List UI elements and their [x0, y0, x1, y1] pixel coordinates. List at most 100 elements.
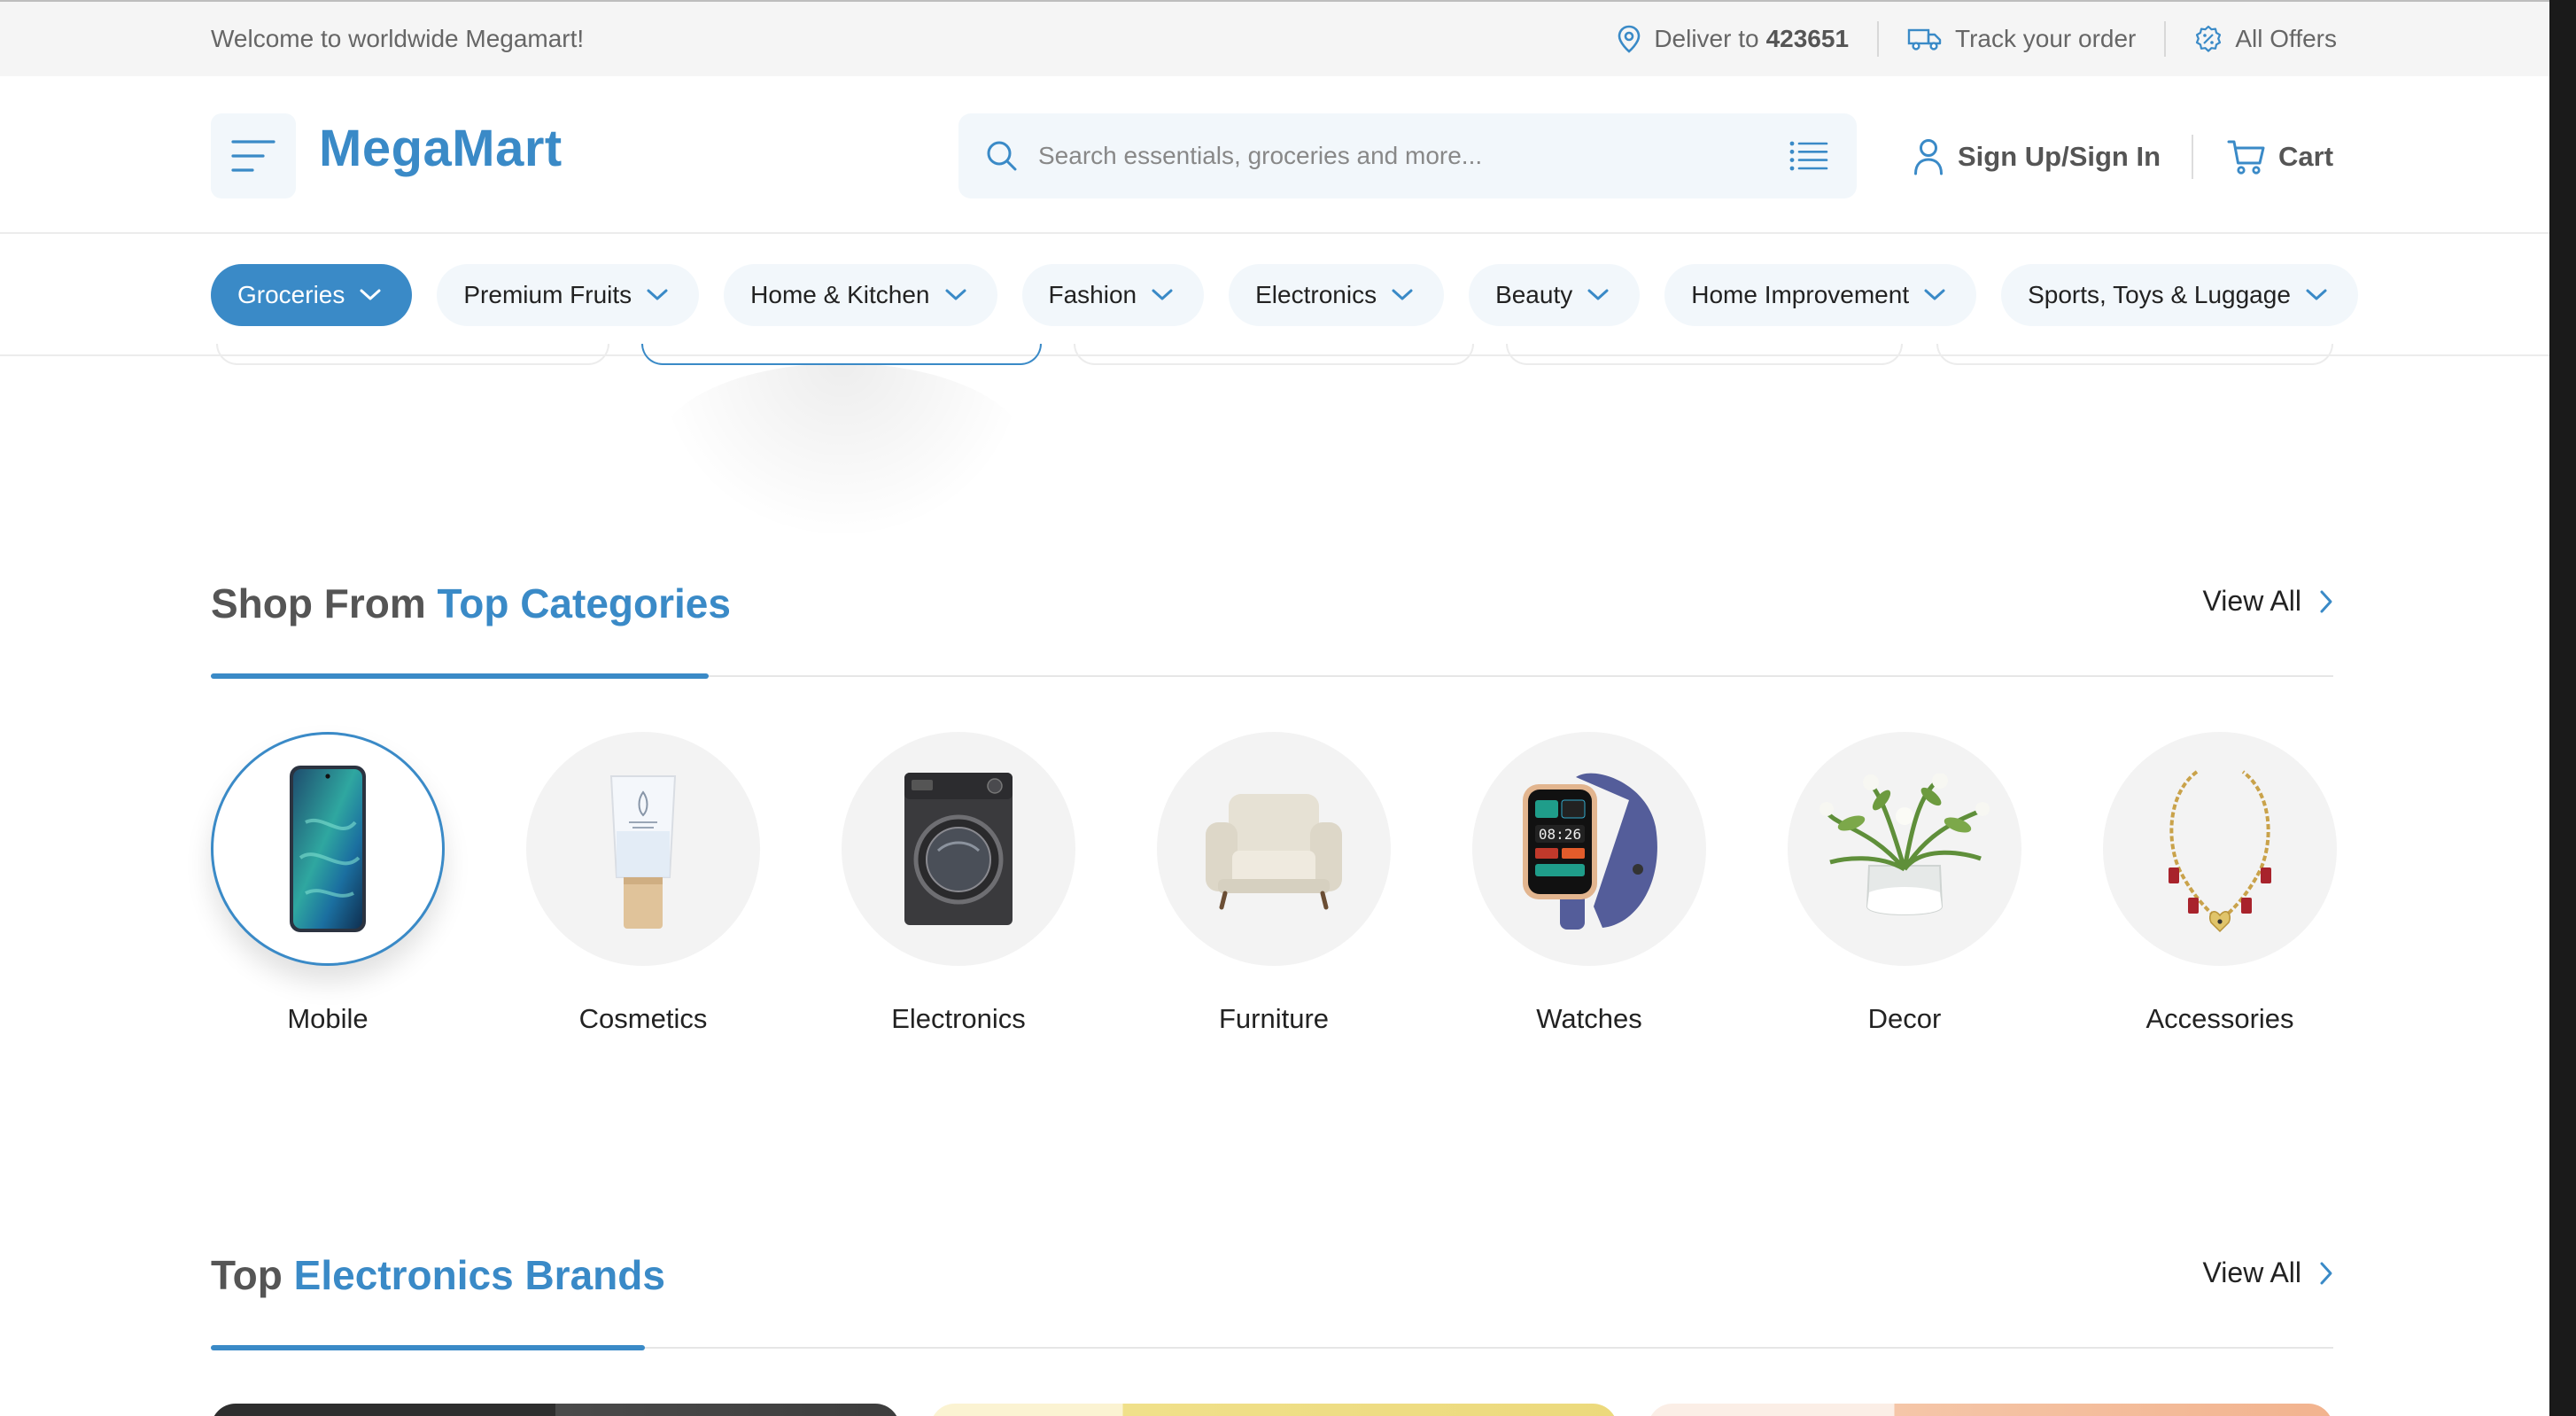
washing-machine-icon [904, 773, 1013, 925]
section-title-accent: Top Categories [437, 580, 731, 626]
cart-button[interactable]: Cart [2227, 138, 2333, 175]
dropdown-remnant [1936, 344, 2333, 365]
pill-label: Sports, Toys & Luggage [2028, 281, 2291, 308]
search-input[interactable] [1038, 142, 1789, 170]
nav-pill-beauty[interactable]: Beauty [1469, 264, 1641, 326]
dropdown-remnant [1074, 344, 1474, 365]
necklace-icon [2169, 770, 2271, 933]
category-label: Mobile [287, 1003, 369, 1034]
dropdown-remnant [216, 344, 609, 365]
chevron-down-icon [1392, 289, 1413, 300]
category-item-cosmetics[interactable]: Cosmetics [526, 732, 760, 1035]
cart-icon [2227, 140, 2265, 175]
view-all-categories-link[interactable]: View All [2203, 585, 2333, 618]
deliver-label: Deliver to [1654, 25, 1759, 52]
site-header: MegaMart Sign Up/Sign In Cart [0, 76, 2549, 234]
track-order-label: Track your order [1955, 25, 2137, 52]
all-offers-link[interactable]: All Offers [2194, 25, 2337, 53]
nav-pill-sports-toys-luggage[interactable]: Sports, Toys & Luggage [2001, 264, 2358, 326]
category-label: Cosmetics [578, 1003, 708, 1034]
category-item-accessories[interactable]: Accessories [2103, 732, 2337, 1035]
mobile-phone-icon [290, 766, 366, 932]
category-image [526, 732, 760, 966]
category-image [842, 732, 1075, 966]
list-filter-icon[interactable] [1789, 140, 1828, 172]
scrollbar[interactable] [2549, 0, 2576, 1416]
category-nav: Groceries Premium Fruits Home & Kitchen … [0, 234, 2549, 356]
pill-label: Groceries [237, 281, 345, 308]
nav-pill-fashion[interactable]: Fashion [1021, 264, 1205, 326]
logo[interactable]: MegaMart [319, 119, 563, 178]
category-image: 08:26 [1472, 732, 1706, 966]
brand-card[interactable] [211, 1404, 900, 1416]
chevron-right-icon [2320, 590, 2332, 612]
nav-pill-home-improvement[interactable]: Home Improvement [1664, 264, 1977, 326]
dropdown-shadow [656, 363, 1028, 541]
flower-vase-icon [1819, 774, 1990, 915]
track-order-link[interactable]: Track your order [1907, 25, 2136, 53]
view-all-brands-link[interactable]: View All [2203, 1257, 2333, 1289]
truck-icon [1907, 28, 1942, 51]
section-title-lead: Shop From [211, 580, 426, 626]
welcome-text: Welcome to worldwide Megamart! [211, 25, 585, 52]
categories-section-header: Shop From Top Categories View All [211, 580, 2333, 679]
pill-label: Beauty [1495, 281, 1573, 308]
svg-text:08:26: 08:26 [1539, 826, 1581, 843]
sign-in-label: Sign Up/Sign In [1958, 141, 2161, 172]
search-icon[interactable] [985, 139, 1019, 173]
section-title: Top Electronics Brands [211, 1251, 665, 1299]
section-title-accent: Electronics Brands [293, 1252, 665, 1298]
all-offers-label: All Offers [2235, 25, 2337, 52]
location-pin-icon [1618, 25, 1641, 53]
brand-card[interactable] [930, 1404, 1618, 1416]
top-utility-bar: Welcome to worldwide Megamart! Deliver t… [0, 0, 2549, 76]
chevron-down-icon [2306, 289, 2327, 300]
category-item-electronics[interactable]: Electronics [842, 732, 1075, 1035]
pill-label: Electronics [1255, 281, 1377, 308]
page: Welcome to worldwide Megamart! Deliver t… [0, 0, 2549, 1416]
divider [2164, 21, 2167, 57]
pill-label: Home & Kitchen [750, 281, 930, 308]
category-item-decor[interactable]: Decor [1788, 732, 2021, 1035]
section-underline [211, 673, 709, 679]
browser-viewport: Welcome to worldwide Megamart! Deliver t… [0, 0, 2576, 1416]
cosmetic-tube-icon [609, 775, 677, 929]
menu-button[interactable] [211, 113, 296, 198]
view-all-label: View All [2202, 1257, 2301, 1288]
nav-pill-groceries[interactable]: Groceries [211, 264, 413, 326]
category-label: Decor [1867, 1003, 1942, 1034]
category-item-mobile[interactable]: Mobile [211, 732, 445, 1035]
view-all-label: View All [2202, 585, 2301, 617]
dropdown-remnant [1506, 344, 1903, 365]
pill-label: Fashion [1048, 281, 1137, 308]
smartwatch-icon: 08:26 [1523, 773, 1657, 930]
cart-label: Cart [2278, 141, 2334, 172]
brand-card[interactable] [1648, 1404, 2333, 1416]
brands-section-header: Top Electronics Brands View All [211, 1251, 2333, 1350]
nav-pill-premium-fruits[interactable]: Premium Fruits [437, 264, 700, 326]
section-title: Shop From Top Categories [211, 580, 731, 627]
nav-pill-electronics[interactable]: Electronics [1229, 264, 1445, 326]
divider [2192, 135, 2193, 179]
category-image [211, 732, 445, 966]
pill-label: Home Improvement [1691, 281, 1910, 308]
category-label: Watches [1536, 1003, 1642, 1034]
nav-pill-home-kitchen[interactable]: Home & Kitchen [724, 264, 997, 326]
armchair-icon [1206, 794, 1342, 910]
category-image [1157, 732, 1391, 966]
deliver-to-link[interactable]: Deliver to 423651 [1617, 25, 1849, 53]
category-item-furniture[interactable]: Furniture [1157, 732, 1391, 1035]
sign-in-button[interactable]: Sign Up/Sign In [1913, 138, 2161, 175]
section-underline [211, 1345, 645, 1350]
discount-badge-icon [2196, 25, 2222, 52]
category-item-watches[interactable]: 08:26 Watches [1472, 732, 1706, 1035]
category-label: Accessories [2145, 1003, 2294, 1034]
category-label: Furniture [1218, 1003, 1330, 1034]
category-image [2103, 732, 2337, 966]
chevron-down-icon [1924, 289, 1945, 300]
dropdown-remnant [641, 344, 1042, 365]
section-title-lead: Top [211, 1252, 283, 1298]
category-list: Mobile Cosmetics Electronics Furniture 0… [211, 732, 2337, 1042]
deliver-pincode: 423651 [1765, 25, 1850, 52]
category-pills: Groceries Premium Fruits Home & Kitchen … [211, 264, 2358, 326]
